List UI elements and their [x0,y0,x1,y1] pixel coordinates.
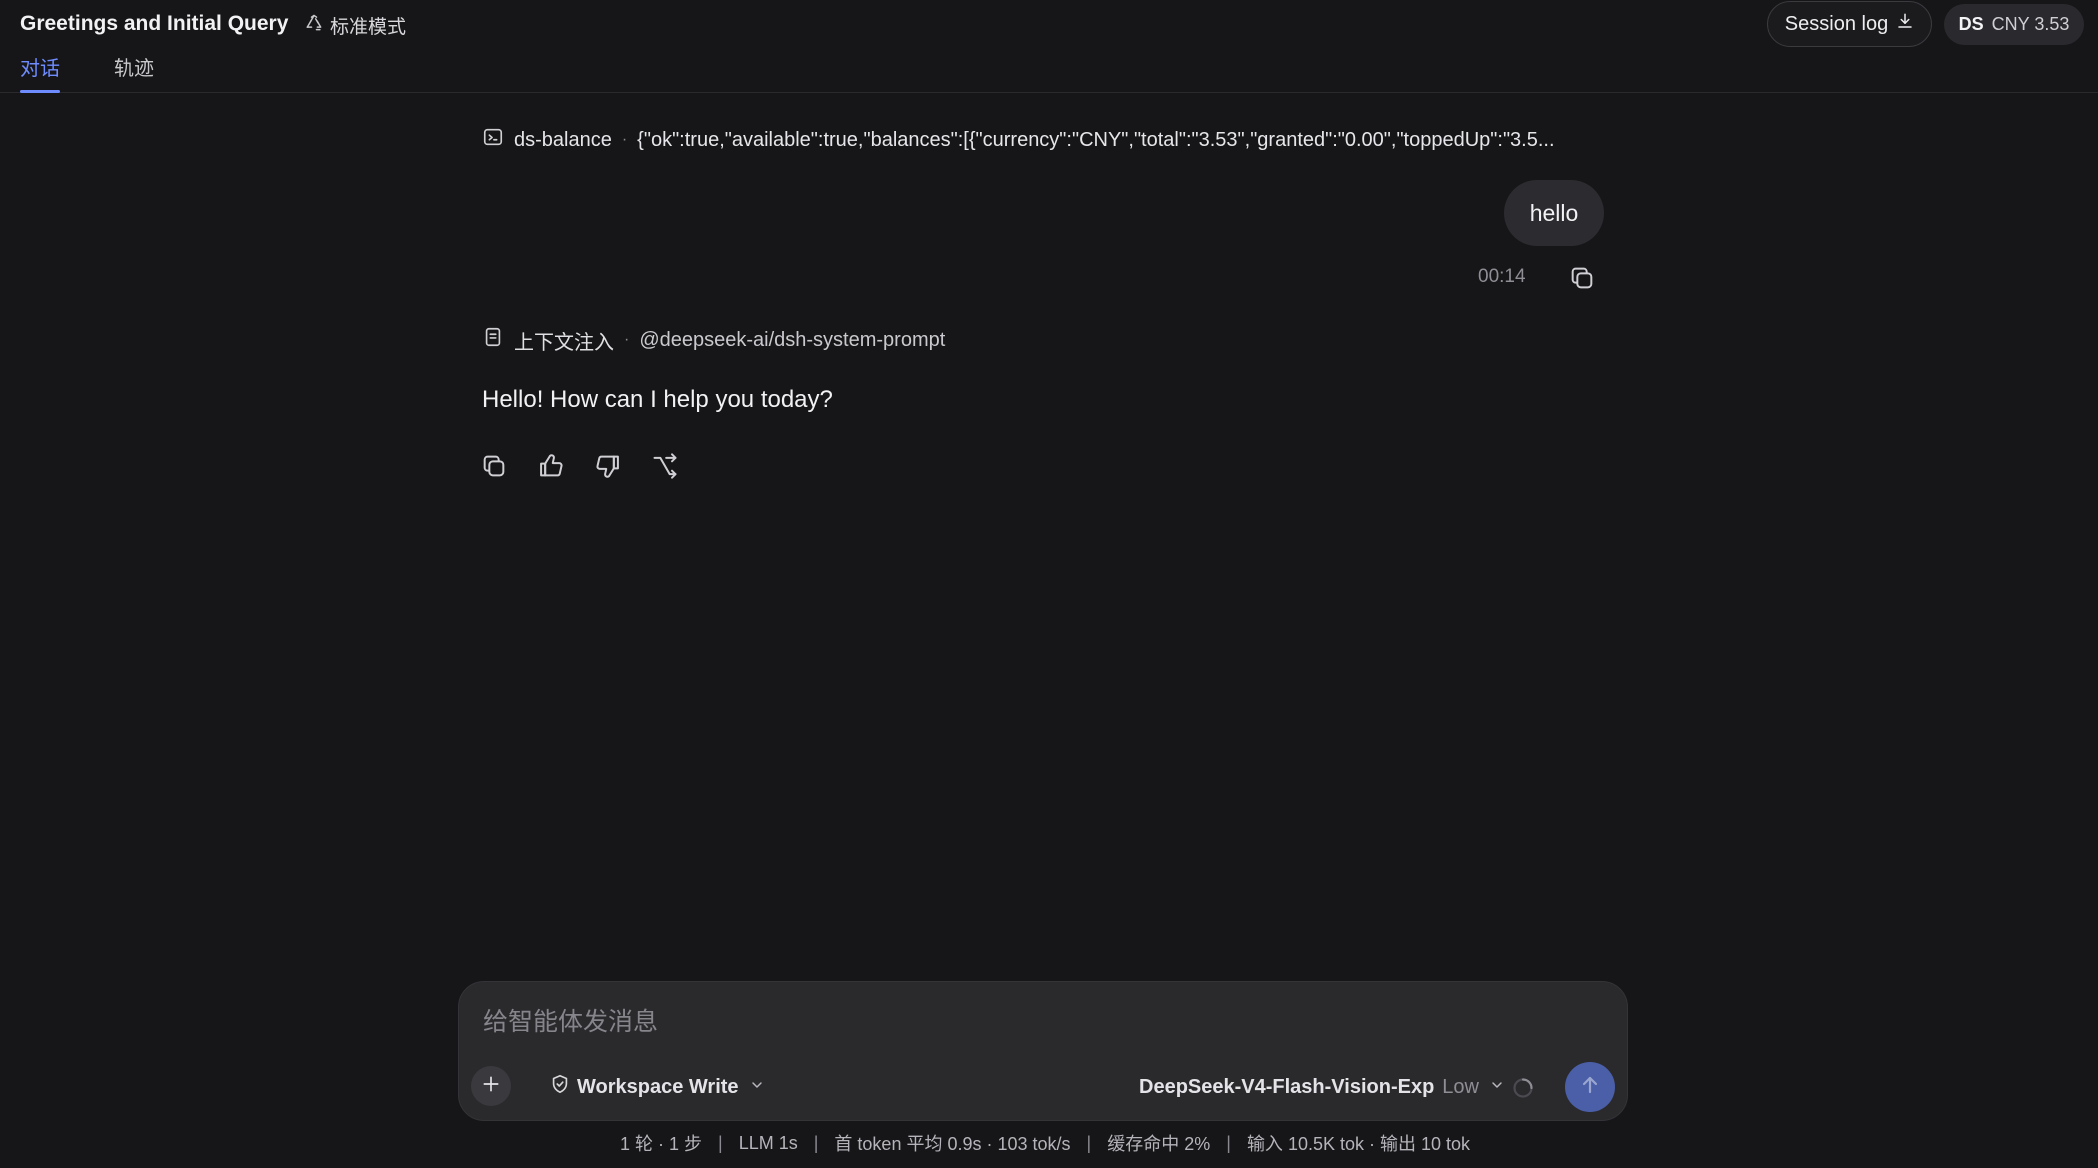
model-name: DeepSeek-V4-Flash-Vision-Exp [1139,1075,1435,1098]
copy-icon[interactable] [480,452,508,480]
copy-icon[interactable] [1568,264,1596,292]
assistant-message: Hello! How can I help you today? [482,386,833,413]
session-log-label: Session log [1784,12,1889,35]
stat-llm: LLM 1s [738,1132,798,1153]
stat-rounds: 1 轮 · 1 步 [619,1134,703,1154]
document-icon [482,326,504,354]
separator: | [1226,1132,1231,1153]
model-level: Low [1442,1075,1479,1098]
context-label: 上下文注入 [514,331,614,354]
separator-dot: · [621,131,628,148]
branch-icon[interactable] [651,452,679,480]
usage-stats: 1 轮 · 1 步 | LLM 1s | 首 token 平均 0.9s · 1… [620,1131,1470,1155]
tab-bar: 对话 轨迹 [20,52,154,93]
chevron-down-icon [745,1076,765,1099]
permission-label: Workspace Write [577,1075,739,1098]
separator: | [718,1132,723,1153]
thumbs-up-icon[interactable] [537,452,565,480]
user-message-bubble: hello [1504,180,1604,246]
mode-label: 标准模式 [330,17,407,38]
context-injection-row[interactable]: 上下文注入 · @deepseek-ai/dsh-system-prompt [482,324,945,356]
terminal-icon [482,126,504,154]
tool-call-row[interactable]: ds-balance · {"ok":true,"available":true… [482,124,1602,156]
stat-first-token: 首 token 平均 0.9s · 103 tok/s [834,1134,1071,1154]
model-selector[interactable]: DeepSeek-V4-Flash-Vision-Exp Low [1139,1070,1505,1104]
tool-name: ds-balance [514,128,612,151]
tab-trajectory[interactable]: 轨迹 [114,52,154,91]
send-button[interactable] [1565,1062,1615,1112]
tab-conversation[interactable]: 对话 [20,52,60,93]
balance-provider: DS [1958,14,1984,34]
permission-dropdown[interactable]: Workspace Write [549,1070,765,1104]
message-composer: Workspace Write DeepSeek-V4-Flash-Vision… [458,981,1628,1121]
tool-output: {"ok":true,"available":true,"balances":[… [637,128,1555,151]
download-icon [1896,12,1914,36]
session-log-button[interactable]: Session log [1767,1,1932,47]
mode-indicator[interactable]: 标准模式 [304,12,406,39]
plus-icon [481,1074,501,1099]
page-title: Greetings and Initial Query [20,12,289,35]
separator: | [813,1132,819,1153]
separator-dot: · [624,331,630,348]
stat-tokens: 输入 10.5K tok · 输出 10 tok [1246,1134,1471,1154]
balance-badge[interactable]: DS CNY 3.53 [1944,4,2084,45]
app-window: Greetings and Initial Query 标准模式 对话 轨迹 S… [0,0,2098,1168]
shield-icon [549,1073,571,1101]
balance-amount: CNY 3.53 [1991,14,2070,34]
top-bar: Greetings and Initial Query 标准模式 对话 轨迹 S… [0,0,2098,93]
thumbs-down-icon[interactable] [594,452,622,480]
context-source: @deepseek-ai/dsh-system-prompt [639,328,946,351]
recycle-icon [304,13,324,39]
message-timestamp: 00:14 [1478,266,1526,287]
message-actions [480,452,679,480]
stat-cache: 缓存命中 2% [1107,1134,1211,1154]
arrow-up-icon [1578,1073,1602,1102]
attach-button[interactable] [471,1066,511,1106]
loading-spinner-icon [1511,1076,1535,1100]
separator: | [1086,1132,1092,1153]
chevron-down-icon [1485,1076,1505,1099]
message-input[interactable] [481,1002,1601,1042]
